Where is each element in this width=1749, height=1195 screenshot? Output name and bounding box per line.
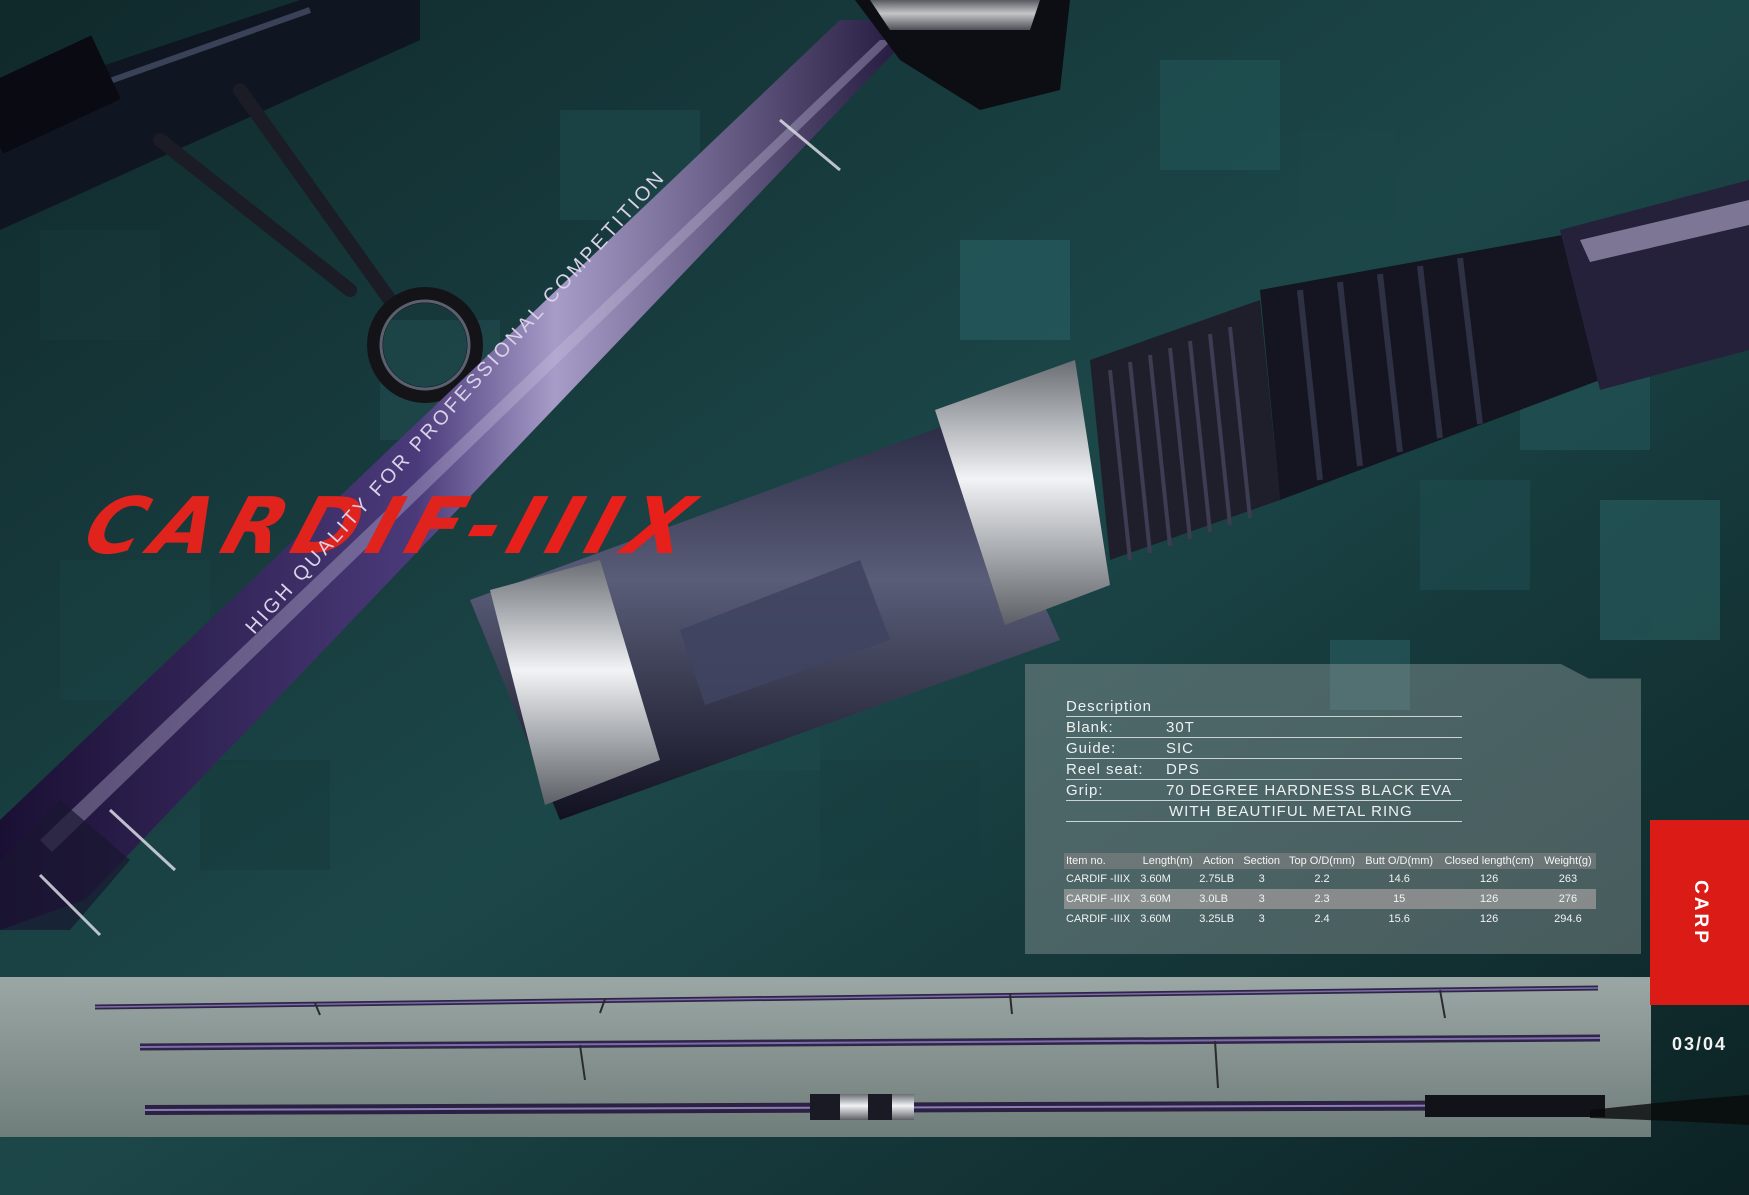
table-cell: 2.2 — [1314, 873, 1330, 885]
table-cell: 3 — [1258, 873, 1265, 885]
product-title: CARDIF-IIIX — [73, 482, 713, 572]
description-value: SIC — [1166, 740, 1195, 757]
table-row: CARDIF -IIIX 3.60M 3.25LB 3 2.4 15.6 126… — [1064, 909, 1596, 929]
description-row: Grip: 70 DEGREE HARDNESS BLACK EVA — [1066, 780, 1462, 801]
table-row: CARDIF -IIIX 3.60M 2.75LB 3 2.2 14.6 126… — [1064, 869, 1596, 889]
table-cell: 263 — [1558, 873, 1578, 885]
column-header: Item no. — [1066, 855, 1106, 867]
column-header: Butt O/D(mm) — [1365, 855, 1434, 867]
table-cell: 126 — [1479, 913, 1499, 925]
background-artwork — [0, 0, 1749, 1195]
column-header: Action — [1203, 855, 1234, 867]
column-header: Top O/D(mm) — [1288, 855, 1355, 867]
category-tab: CARP — [1650, 820, 1749, 1005]
spec-table: Item no. Length(m) Action Section Top O/… — [1064, 853, 1596, 929]
table-cell: 2.75LB — [1199, 873, 1235, 885]
table-cell: 3.60M — [1140, 873, 1171, 885]
spec-table-header: Item no. Length(m) Action Section Top O/… — [1064, 853, 1596, 869]
table-cell: 3.0LB — [1199, 893, 1228, 905]
description-row: Reel seat: DPS — [1066, 759, 1462, 780]
table-cell: 294.6 — [1554, 913, 1582, 925]
table-cell: 14.6 — [1388, 873, 1410, 885]
table-cell: 3 — [1258, 913, 1265, 925]
column-header: Closed length(cm) — [1444, 855, 1534, 867]
column-header: Section — [1243, 855, 1281, 867]
table-cell: CARDIF -IIIX — [1066, 873, 1131, 885]
table-cell: 276 — [1558, 893, 1578, 905]
description-label: Guide: — [1066, 740, 1117, 757]
description-value: 30T — [1166, 719, 1195, 736]
column-header: Weight(g) — [1544, 855, 1592, 867]
table-cell: 15 — [1393, 893, 1406, 905]
title-part-cardif: CARDIF — [73, 482, 484, 572]
column-header: Length(m) — [1142, 855, 1193, 867]
description-heading: Description — [1066, 698, 1153, 715]
table-cell: 3.25LB — [1199, 913, 1235, 925]
table-cell: 3 — [1258, 893, 1265, 905]
page-number: 03/04 — [1671, 1034, 1728, 1054]
table-row: CARDIF -IIIX 3.60M 3.0LB 3 2.3 15 126 27… — [1064, 889, 1596, 909]
table-cell: 126 — [1479, 893, 1499, 905]
description-value: 70 DEGREE HARDNESS BLACK EVA — [1166, 782, 1453, 799]
table-cell: 126 — [1479, 873, 1499, 885]
description-block: Description Blank: 30T Guide: SIC Reel s… — [1066, 696, 1462, 822]
description-value: WITH BEAUTIFUL METAL RING — [1169, 803, 1413, 820]
table-cell: 2.3 — [1314, 893, 1330, 905]
table-cell: 2.4 — [1314, 913, 1330, 925]
description-heading-row: Description — [1066, 696, 1462, 717]
table-cell: 3.60M — [1140, 893, 1171, 905]
description-row: Guide: SIC — [1066, 738, 1462, 759]
description-label: Grip: — [1066, 782, 1104, 799]
table-cell: CARDIF -IIIX — [1066, 913, 1131, 925]
category-label: CARP — [1689, 879, 1711, 946]
description-value: DPS — [1166, 761, 1200, 778]
description-label: Blank: — [1066, 719, 1114, 736]
table-cell: 15.6 — [1388, 913, 1410, 925]
title-part-model: IIIX — [496, 482, 714, 572]
description-label: Reel seat: — [1066, 761, 1144, 778]
description-row: Blank: 30T — [1066, 717, 1462, 738]
table-cell: 3.60M — [1140, 913, 1171, 925]
table-cell: CARDIF -IIIX — [1066, 893, 1131, 905]
description-row: WITH BEAUTIFUL METAL RING — [1066, 801, 1462, 822]
